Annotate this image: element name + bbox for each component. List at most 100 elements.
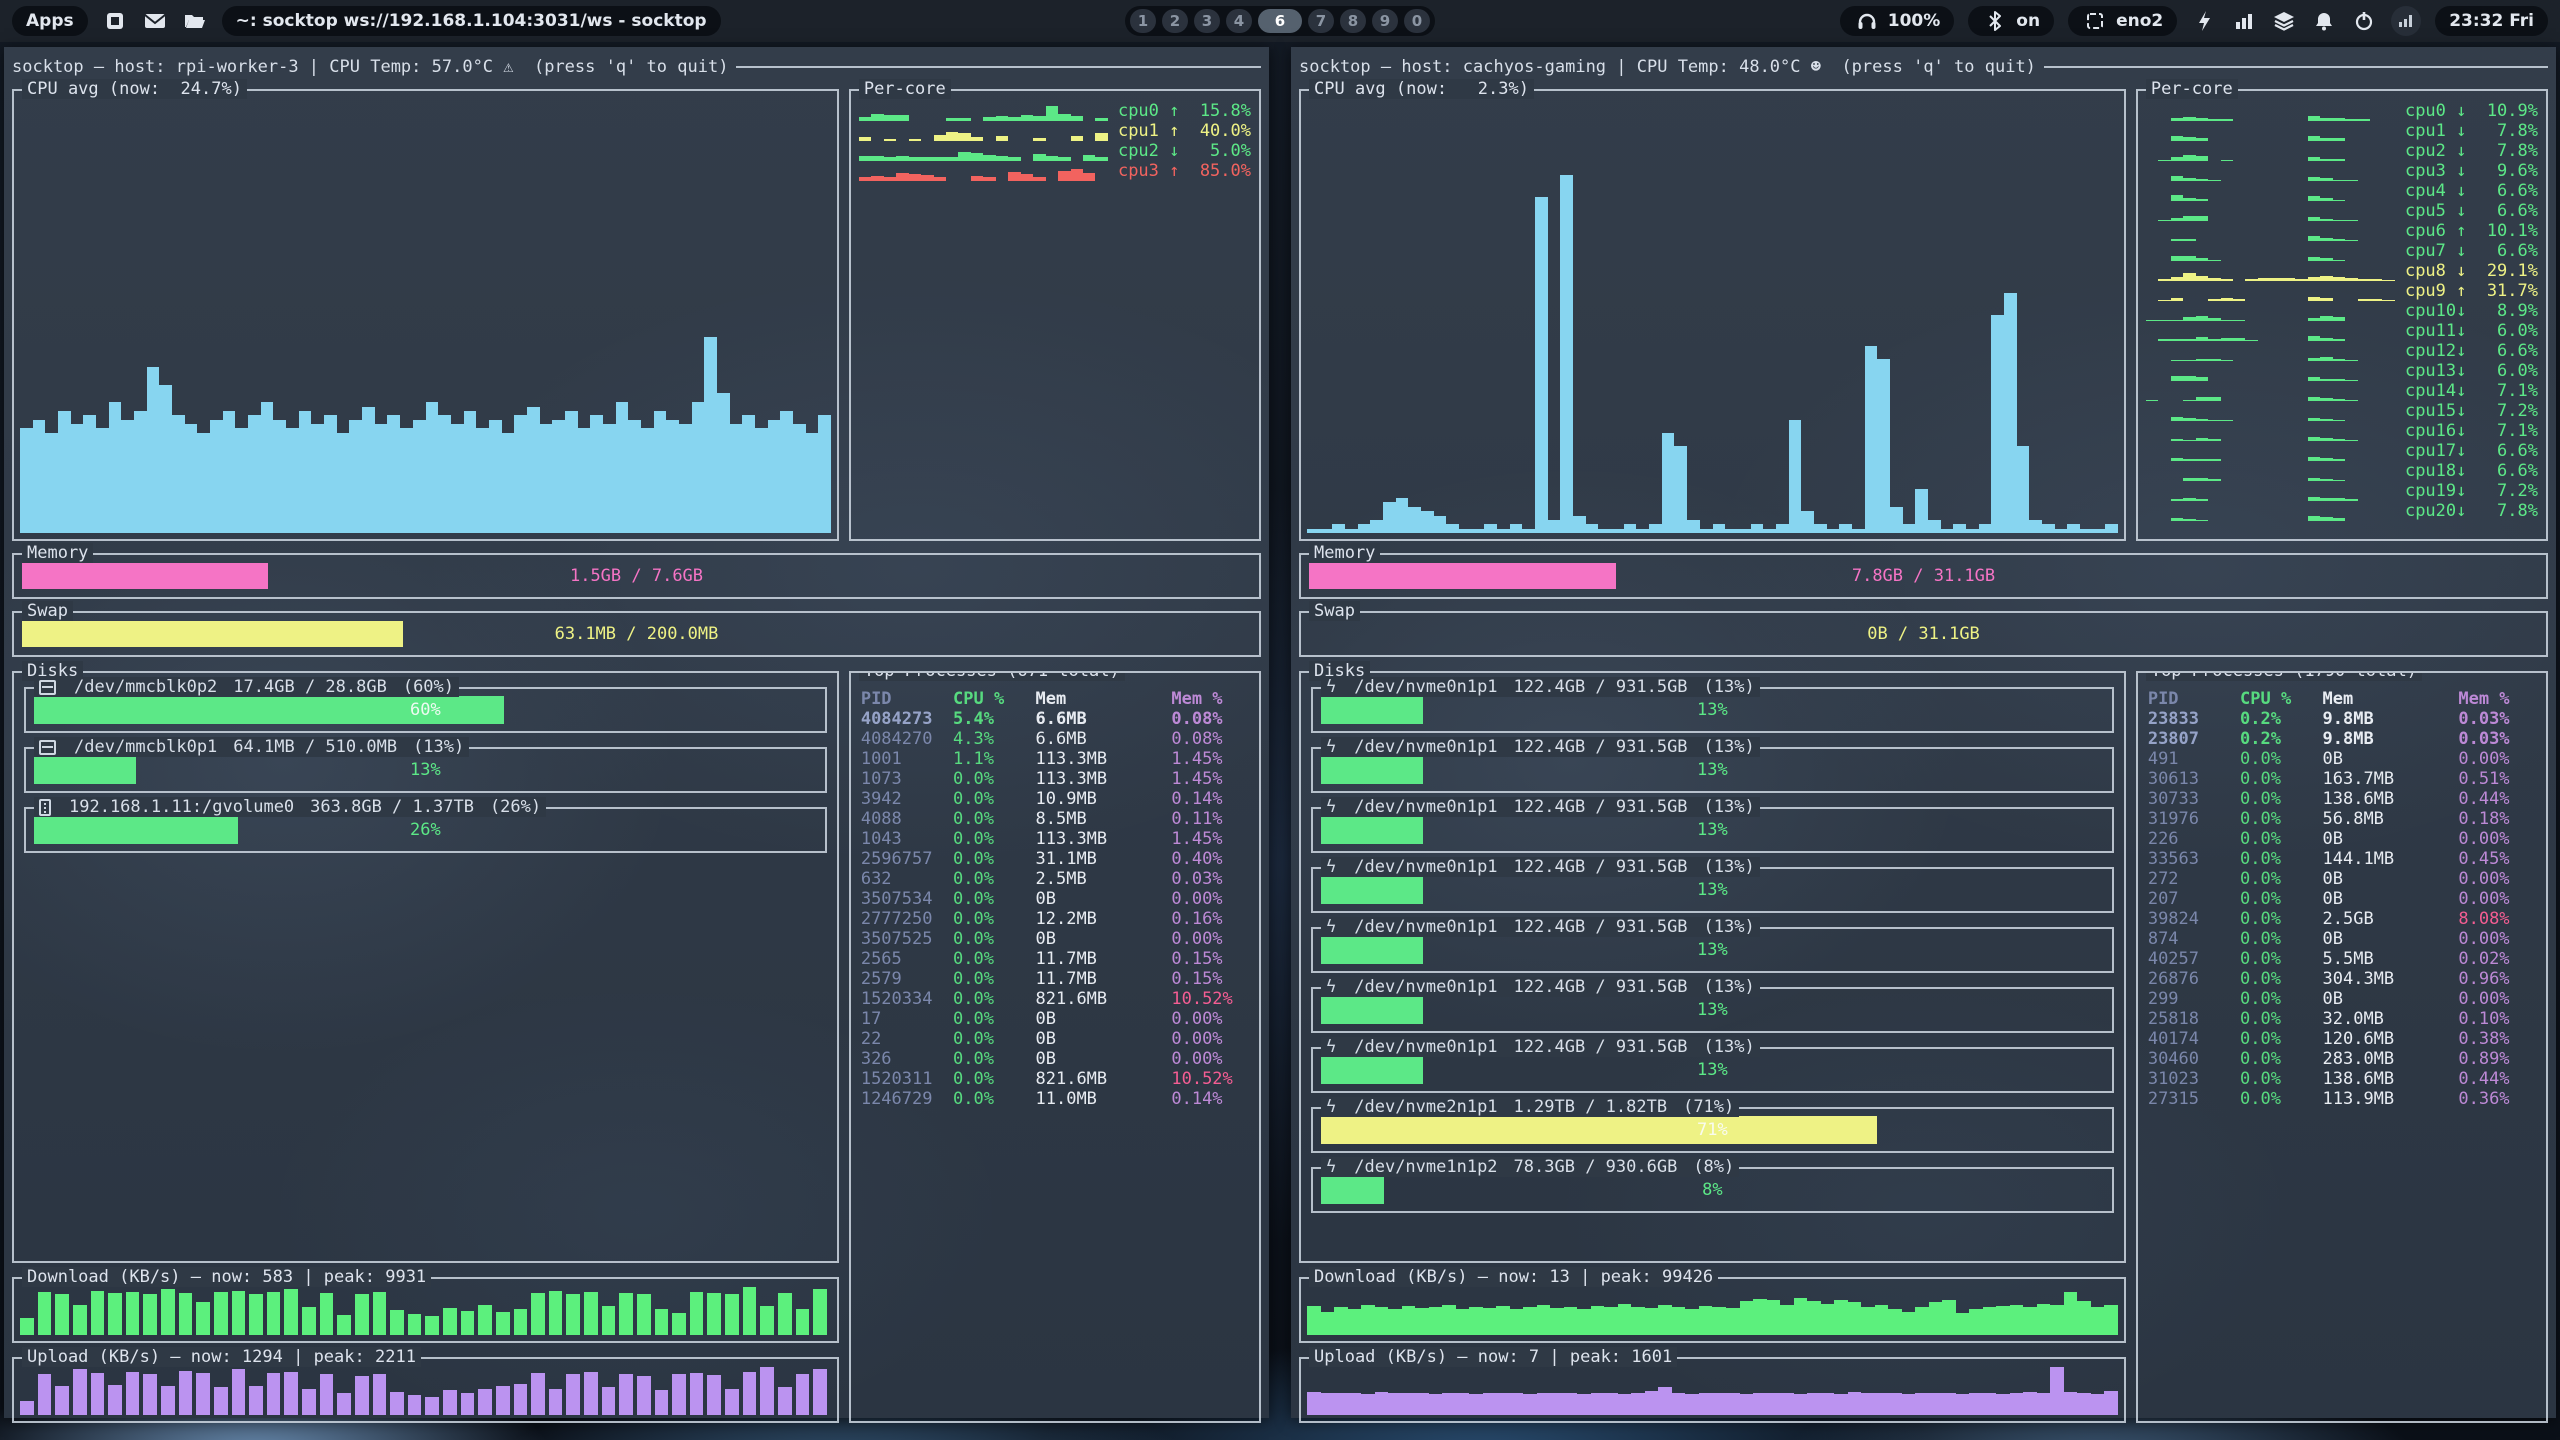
process-pid: 40174	[2148, 1029, 2240, 1049]
core-row: cpu0 ↓ 10.9%	[2146, 101, 2538, 121]
workspace-3[interactable]: 3	[1194, 9, 1220, 33]
workspace-6[interactable]: 6	[1258, 9, 1302, 33]
process-mem-pct: 0.15%	[1171, 969, 1249, 989]
mail-icon[interactable]	[142, 8, 168, 34]
core-usage-value: 7.8%	[2477, 121, 2538, 141]
window-title[interactable]: ~: socktop ws://192.168.1.104:3031/ws - …	[222, 6, 721, 36]
process-row: 1001 1.1% 113.3MB 1.45%	[861, 749, 1249, 769]
process-mem: 304.3MB	[2323, 969, 2459, 989]
disk-usage-percent: (60%)	[403, 677, 454, 697]
core-trend-arrow: ↓	[2456, 421, 2476, 441]
layers-icon[interactable]	[2271, 8, 2297, 34]
window-icon[interactable]	[102, 8, 128, 34]
disk-item: ϟ /dev/nvme1n1p2 78.3GB / 930.6GB (8%) 8…	[1311, 1167, 2114, 1213]
process-mem: 6.6MB	[1036, 709, 1172, 729]
workspace-1[interactable]: 1	[1130, 9, 1156, 33]
core-usage-sparkline	[2146, 503, 2395, 521]
process-mem: 113.3MB	[1036, 829, 1172, 849]
core-name: cpu11	[2405, 321, 2456, 341]
folder-icon[interactable]	[182, 8, 208, 34]
process-cpu: 0.0%	[2240, 1069, 2322, 1089]
workspace-7[interactable]: 7	[1308, 9, 1334, 33]
core-trend-arrow: ↓	[2456, 301, 2476, 321]
process-pid: 31023	[2148, 1069, 2240, 1089]
disk-name: /dev/nvme0n1p1	[1354, 1037, 1497, 1057]
process-mem-pct: 0.10%	[2458, 1009, 2536, 1029]
process-cpu: 0.0%	[2240, 1049, 2322, 1069]
core-usage-value: 85.0%	[1190, 161, 1251, 181]
core-usage-value: 6.0%	[2477, 361, 2538, 381]
core-trend-arrow: ↓	[2456, 241, 2476, 261]
process-row: 1246729 0.0% 11.0MB 0.14%	[861, 1089, 1249, 1109]
network-pill[interactable]: eno2	[2068, 6, 2177, 36]
process-row: 226 0.0% 0B 0.00%	[2148, 829, 2536, 849]
disk-bar-label: 13%	[1321, 876, 2104, 904]
core-row: cpu0 ↑ 15.8%	[859, 101, 1251, 121]
terminal-left[interactable]: socktop — host: rpi-worker-3 | CPU Temp:…	[4, 47, 1269, 1418]
process-row: 40257 0.0% 5.5MB 0.02%	[2148, 949, 2536, 969]
workspace-4[interactable]: 4	[1226, 9, 1252, 33]
core-usage-sparkline	[859, 163, 1108, 181]
process-mem-pct: 0.03%	[1171, 869, 1249, 889]
apps-button[interactable]: Apps	[12, 6, 88, 36]
workspace-8[interactable]: 8	[1340, 9, 1366, 33]
core-row: cpu11 ↓ 6.0%	[2146, 321, 2538, 341]
disk-usage-percent: (13%)	[413, 737, 464, 757]
per-core-panel: Per-core cpu0 ↓ 10.9% cpu1 ↓ 7.8% cpu2 ↓…	[2136, 89, 2548, 541]
process-mem-pct: 0.00%	[1171, 1009, 1249, 1029]
process-cpu: 0.0%	[953, 829, 1035, 849]
process-row: 491 0.0% 0B 0.00%	[2148, 749, 2536, 769]
bell-icon[interactable]	[2311, 8, 2337, 34]
clock[interactable]: 23:32 Fri	[2435, 6, 2548, 36]
terminal-right[interactable]: socktop — host: cachyos-gaming | CPU Tem…	[1291, 47, 2556, 1418]
signal-bars-icon[interactable]	[2231, 8, 2257, 34]
process-mem-pct: 0.36%	[2458, 1089, 2536, 1109]
process-row: 2777250 0.0% 12.2MB 0.16%	[861, 909, 1249, 929]
disk-bar-label: 60%	[34, 696, 817, 724]
logo-icon[interactable]	[2391, 6, 2421, 36]
core-usage-sparkline	[2146, 183, 2395, 201]
process-row: 272 0.0% 0B 0.00%	[2148, 869, 2536, 889]
process-table-header: PID CPU % Mem Mem %	[861, 689, 1249, 709]
disk-bar-label: 13%	[34, 756, 817, 784]
process-mem-pct: 0.08%	[1171, 709, 1249, 729]
per-core-rows: cpu0 ↓ 10.9% cpu1 ↓ 7.8% cpu2 ↓ 7.8% cpu…	[2146, 101, 2538, 521]
upload-panel: Upload (KB/s) — now: 7 | peak: 1601	[1299, 1357, 2126, 1423]
process-mem: 0B	[2323, 869, 2459, 889]
cpu-avg-panel: CPU avg (now: 24.7%)	[12, 89, 839, 541]
disk-item: ϟ /dev/nvme0n1p1 122.4GB / 931.5GB (13%)…	[1311, 987, 2114, 1033]
disk-usage-bar: 60%	[34, 696, 817, 724]
process-mem: 0B	[1036, 889, 1172, 909]
bolt-icon[interactable]	[2191, 8, 2217, 34]
process-row: 299 0.0% 0B 0.00%	[2148, 989, 2536, 1009]
process-mem-pct: 10.52%	[1171, 1069, 1249, 1089]
process-row: 1073 0.0% 113.3MB 1.45%	[861, 769, 1249, 789]
col-header-mem: Mem	[2323, 689, 2459, 709]
download-history-chart	[1307, 1287, 2118, 1335]
taskbar-left: Apps ~: socktop ws://192.168.1.104:3031/…	[12, 6, 721, 36]
process-cpu: 0.0%	[2240, 929, 2322, 949]
workspace-2[interactable]: 2	[1162, 9, 1188, 33]
process-mem: 113.3MB	[1036, 749, 1172, 769]
workspace-9[interactable]: 9	[1372, 9, 1398, 33]
disk-usage-percent: (13%)	[1704, 677, 1755, 697]
workspace-0[interactable]: 0	[1404, 9, 1430, 33]
volume-pill[interactable]: 100%	[1840, 6, 1955, 36]
process-mem-pct: 1.45%	[1171, 749, 1249, 769]
process-row: 30733 0.0% 138.6MB 0.44%	[2148, 789, 2536, 809]
core-trend-arrow: ↑	[1169, 121, 1189, 141]
process-mem: 9.8MB	[2323, 729, 2459, 749]
bluetooth-pill[interactable]: on	[1968, 6, 2054, 36]
process-mem: 138.6MB	[2323, 1069, 2459, 1089]
core-trend-arrow: ↓	[2456, 121, 2476, 141]
core-row: cpu5 ↓ 6.6%	[2146, 201, 2538, 221]
process-pid: 33563	[2148, 849, 2240, 869]
process-mem-pct: 0.14%	[1171, 789, 1249, 809]
process-cpu: 0.0%	[953, 809, 1035, 829]
process-row: 31976 0.0% 56.8MB 0.18%	[2148, 809, 2536, 829]
power-icon[interactable]	[2351, 8, 2377, 34]
core-usage-sparkline	[2146, 163, 2395, 181]
process-row: 25818 0.0% 32.0MB 0.10%	[2148, 1009, 2536, 1029]
core-usage-sparkline	[2146, 303, 2395, 321]
core-trend-arrow: ↓	[2456, 441, 2476, 461]
